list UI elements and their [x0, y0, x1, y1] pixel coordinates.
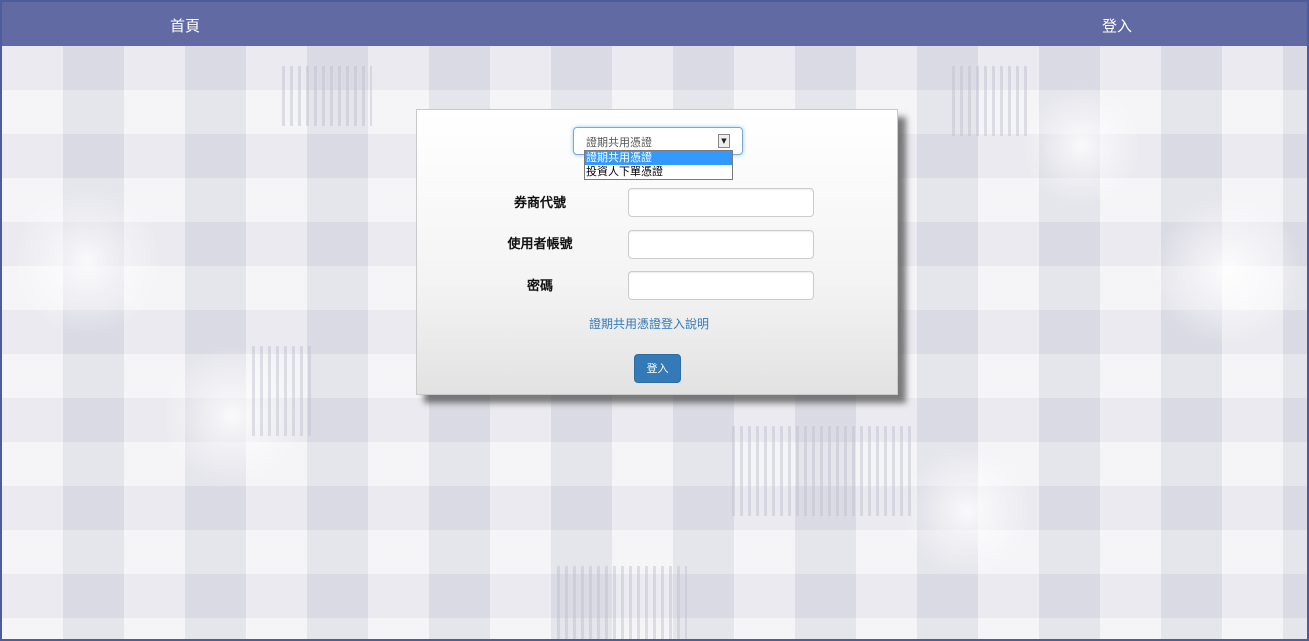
browser-page: 首頁 登入 證期共用憑證 ▼ 證期共用憑證 投資人下單憑證 券商代號 使用者帳號… — [0, 0, 1309, 641]
broker-code-label: 券商代號 — [513, 196, 566, 211]
background-dot-grid — [282, 66, 372, 126]
background-light-burst — [902, 446, 1032, 576]
background-light-burst — [1152, 196, 1302, 346]
background-building — [252, 346, 312, 436]
chevron-down-icon[interactable]: ▼ — [718, 134, 730, 148]
background-building — [952, 66, 1032, 136]
background-building — [557, 566, 687, 639]
top-navbar: 首頁 登入 — [2, 2, 1307, 46]
certificate-select-value: 證期共用憑證 — [586, 136, 652, 149]
certificate-login-help-link[interactable]: 證期共用憑證登入說明 — [589, 315, 709, 332]
login-panel: 證期共用憑證 ▼ 證期共用憑證 投資人下單憑證 券商代號 使用者帳號 密碼 證期… — [416, 109, 898, 395]
background-light-burst — [12, 186, 162, 336]
background-building — [732, 426, 912, 516]
certificate-dropdown-list: 證期共用憑證 投資人下單憑證 — [584, 150, 733, 180]
nav-login-link[interactable]: 登入 — [1102, 15, 1132, 36]
nav-home-link[interactable]: 首頁 — [170, 15, 200, 36]
user-account-label: 使用者帳號 — [507, 237, 573, 252]
dropdown-option-investor-order-cert[interactable]: 投資人下單憑證 — [585, 165, 732, 179]
login-submit-button[interactable]: 登入 — [634, 354, 681, 383]
broker-code-input[interactable] — [628, 188, 814, 217]
user-account-input[interactable] — [628, 230, 814, 259]
dropdown-option-securities-cert[interactable]: 證期共用憑證 — [585, 151, 732, 165]
password-input[interactable] — [628, 271, 814, 300]
background-light-burst — [1022, 86, 1142, 206]
password-label: 密碼 — [526, 279, 553, 294]
